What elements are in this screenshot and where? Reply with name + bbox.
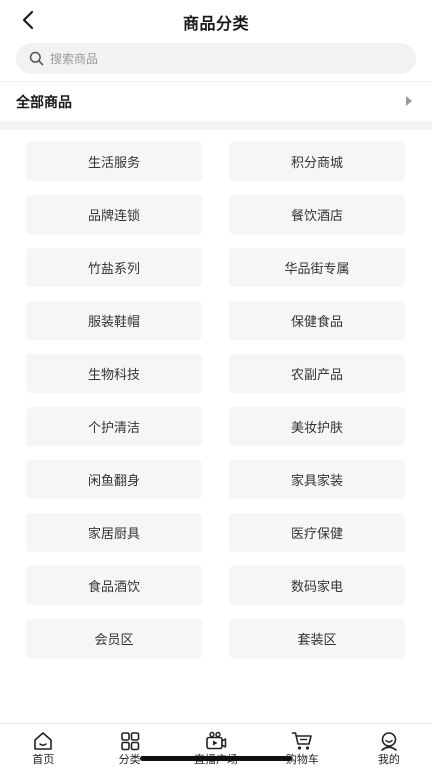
category-item[interactable]: 美妆护肤 — [229, 407, 405, 446]
caret-right-icon — [406, 96, 412, 106]
category-item[interactable]: 品牌连锁 — [26, 195, 202, 234]
category-item[interactable]: 农副产品 — [229, 354, 405, 393]
category-item[interactable]: 积分商城 — [229, 142, 405, 181]
tab-label: 分类 — [118, 753, 141, 766]
home-indicator — [140, 756, 292, 761]
tab-live[interactable]: 直播广场 — [173, 724, 259, 768]
category-item[interactable]: 竹盐系列 — [26, 248, 202, 287]
category-item[interactable]: 餐饮酒店 — [229, 195, 405, 234]
header: 商品分类 — [0, 0, 432, 40]
home-icon — [34, 732, 53, 750]
category-item[interactable]: 生活服务 — [26, 142, 202, 181]
cart-icon — [292, 732, 313, 750]
bottom-tab-bar: 首页 分类 直播广场 — [0, 723, 432, 768]
category-item[interactable]: 保健食品 — [229, 301, 405, 340]
search-input[interactable] — [50, 51, 380, 66]
category-item[interactable]: 数码家电 — [229, 566, 405, 605]
category-item[interactable]: 套装区 — [229, 619, 405, 658]
grid-icon — [120, 732, 139, 751]
category-item[interactable]: 医疗保健 — [229, 513, 405, 552]
category-item[interactable]: 服装鞋帽 — [26, 301, 202, 340]
live-camera-icon — [206, 731, 227, 750]
tab-cart[interactable]: 购物车 — [259, 724, 345, 768]
category-item[interactable]: 食品酒饮 — [26, 566, 202, 605]
tab-category[interactable]: 分类 — [86, 724, 172, 768]
tab-label: 首页 — [32, 753, 55, 766]
category-item[interactable]: 家居厨具 — [26, 513, 202, 552]
category-item[interactable]: 会员区 — [26, 619, 202, 658]
all-goods-label: 全部商品 — [16, 94, 72, 111]
search-bar[interactable] — [16, 43, 416, 74]
category-grid: 生活服务 积分商城 品牌连锁 餐饮酒店 竹盐系列 华品街专属 服装鞋帽 保健食品… — [26, 142, 406, 658]
category-item[interactable]: 华品街专属 — [229, 248, 405, 287]
category-item[interactable]: 生物科技 — [26, 354, 202, 393]
tab-label: 我的 — [377, 753, 400, 766]
category-item[interactable]: 个护清洁 — [26, 407, 202, 446]
category-item[interactable]: 闲鱼翻身 — [26, 460, 202, 499]
all-goods-row[interactable]: 全部商品 — [0, 81, 432, 121]
profile-icon — [381, 732, 397, 751]
page-title: 商品分类 — [182, 14, 249, 33]
section-divider — [0, 121, 432, 130]
tab-profile[interactable]: 我的 — [346, 724, 432, 768]
category-page: 商品分类 全部商品 生活服务 积分商城 品牌连锁 餐饮酒店 竹盐系列 华品街专属… — [0, 0, 432, 768]
category-item[interactable]: 家具家装 — [229, 460, 405, 499]
tab-home[interactable]: 首页 — [0, 724, 86, 768]
search-icon — [29, 51, 44, 66]
